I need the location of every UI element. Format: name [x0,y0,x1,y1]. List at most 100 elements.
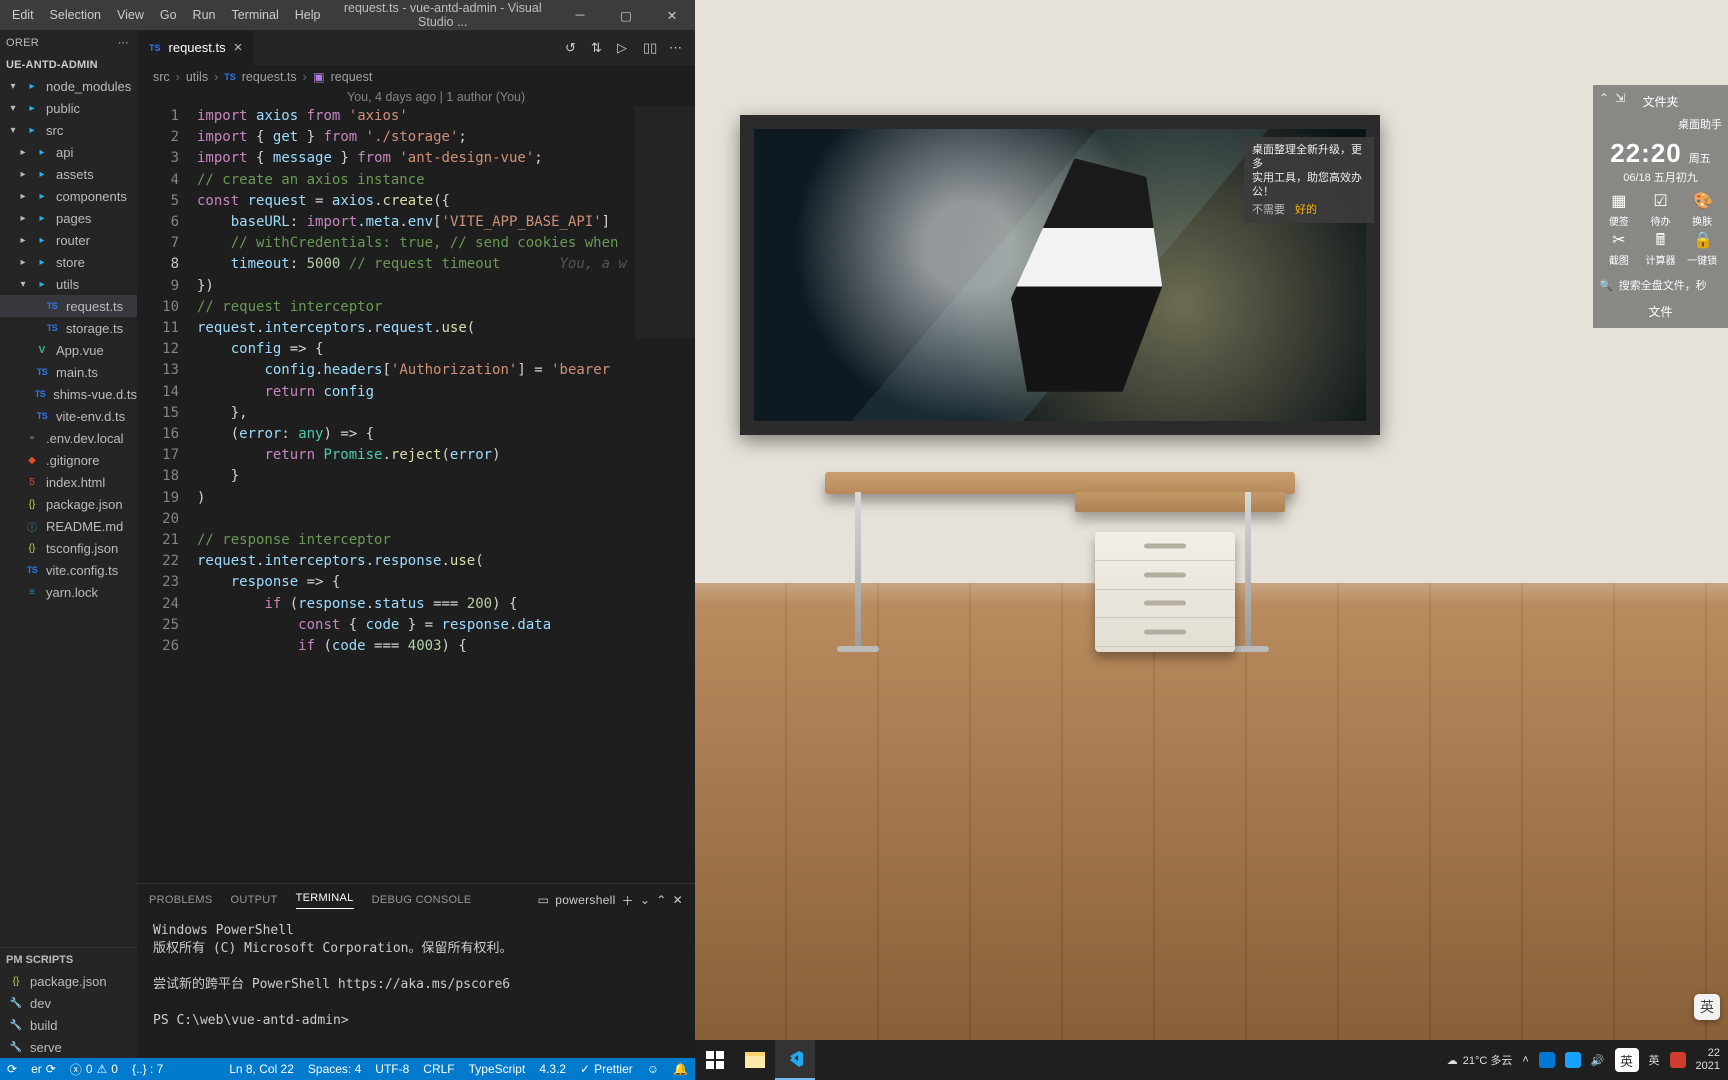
ime-floating-badge[interactable]: 英 [1694,994,1720,1020]
tray-weather[interactable]: ☁ 21°C 多云 [1447,1052,1513,1068]
widget-tool-2[interactable]: 🎨换肤 [1682,193,1722,228]
widget-search[interactable]: 🔍 搜索全盘文件，秒 [1599,277,1722,293]
widget-tool-4[interactable]: 🖩计算器 [1641,232,1681,267]
popup-accept[interactable]: 好的 [1295,203,1317,217]
code-editor[interactable]: 1234567891011121314151617181920212223242… [137,106,695,883]
git-compare-icon[interactable]: ⇅ [591,40,607,56]
desktop-widget-panel[interactable]: ⌃ ⇲ 文件夹 桌面助手 22:20 周五 06/18 五月初九 ▦便签☑待办🎨… [1593,85,1728,328]
tree-file-yarn-lock[interactable]: ≡yarn.lock [0,581,137,603]
breadcrumb-item[interactable]: src [153,70,170,84]
npm-script-serve[interactable]: 🔧serve [0,1036,137,1058]
breadcrumb[interactable]: src› utils› TS request.ts› ▣ request [137,65,695,88]
menu-terminal[interactable]: Terminal [223,0,286,30]
tree-file--gitignore[interactable]: ◆.gitignore [0,449,137,471]
pin-icon[interactable]: ⇲ [1615,91,1625,105]
tab-request-ts[interactable]: TS request.ts × [137,30,255,65]
panel-tab-debug-console[interactable]: DEBUG CONSOLE [372,894,472,906]
tree-folder-node_modules[interactable]: ▾▸node_modules [0,75,137,97]
split-terminal-icon[interactable]: ⌄ [640,893,650,907]
tree-file-storage-ts[interactable]: TSstorage.ts [0,317,137,339]
tree-file-tsconfig-json[interactable]: {}tsconfig.json [0,537,137,559]
terminal-body[interactable]: Windows PowerShell 版权所有 (C) Microsoft Co… [137,916,695,1058]
project-name[interactable]: UE-ANTD-ADMIN [0,55,137,75]
status-problems[interactable]: ⓧ 0 ⚠ 0 [63,1058,125,1080]
tree-file-index-html[interactable]: 5index.html [0,471,137,493]
more-actions-icon[interactable]: ⋯ [669,40,685,56]
tray-app-icon[interactable] [1670,1052,1686,1068]
tray-ime-text[interactable]: 英 [1649,1052,1660,1068]
status-cursor[interactable]: Ln 8, Col 22 [222,1058,301,1080]
collapse-icon[interactable]: ⌃ [1599,91,1609,105]
breadcrumb-item[interactable]: request [331,70,373,84]
tree-file-shims-vue-d-ts[interactable]: TSshims-vue.d.ts [0,383,137,405]
maximize-button[interactable]: ▢ [603,0,649,30]
task-vscode[interactable] [775,1040,815,1080]
tree-folder-assets[interactable]: ▸▸assets [0,163,137,185]
npm-script-package.json[interactable]: {}package.json [0,970,137,992]
tree-folder-public[interactable]: ▾▸public [0,97,137,119]
widget-clock[interactable]: 22:20 周五 06/18 五月初九 [1599,138,1722,185]
start-button[interactable] [695,1040,735,1080]
menu-help[interactable]: Help [287,0,329,30]
close-button[interactable]: ✕ [649,0,695,30]
tree-folder-api[interactable]: ▸▸api [0,141,137,163]
tree-file-vite-env-d-ts[interactable]: TSvite-env.d.ts [0,405,137,427]
tree-file-request-ts[interactable]: TSrequest.ts [0,295,137,317]
minimap[interactable] [635,106,695,883]
widget-tool-3[interactable]: ✂截图 [1599,232,1639,267]
maximize-panel-icon[interactable]: ⌃ [656,893,666,907]
status-prettier[interactable]: ✓ Prettier [573,1058,640,1080]
more-icon[interactable]: ⋯ [118,36,129,49]
tree-file--env-dev-local[interactable]: ▫.env.dev.local [0,427,137,449]
tree-file-package-json[interactable]: {}package.json [0,493,137,515]
menu-go[interactable]: Go [152,0,185,30]
minimize-button[interactable]: ─ [557,0,603,30]
status-encoding[interactable]: UTF-8 [368,1058,416,1080]
system-tray[interactable]: ☁ 21°C 多云 ˄ 🔊 英 英 22 2021 [1439,1047,1728,1073]
tree-file-main-ts[interactable]: TSmain.ts [0,361,137,383]
split-right-icon[interactable]: ▯▯ [643,40,659,56]
status-tsver[interactable]: 4.3.2 [532,1058,573,1080]
status-remote[interactable]: ⟳ [0,1058,24,1080]
tray-clock[interactable]: 22 2021 [1696,1047,1720,1073]
tree-file-README-md[interactable]: ⓘREADME.md [0,515,137,537]
npm-script-build[interactable]: 🔧build [0,1014,137,1036]
tray-ime[interactable]: 英 [1615,1048,1639,1072]
close-tab-icon[interactable]: × [234,39,243,56]
status-feedback-icon[interactable]: ☺ [640,1058,666,1080]
panel-tab-problems[interactable]: PROBLEMS [149,894,213,906]
timeline-icon[interactable]: ↺ [565,40,581,56]
status-lang[interactable]: TypeScript [462,1058,533,1080]
menu-selection[interactable]: Selection [42,0,109,30]
windows-taskbar[interactable]: ☁ 21°C 多云 ˄ 🔊 英 英 22 2021 [695,1040,1728,1080]
breadcrumb-item[interactable]: request.ts [242,70,297,84]
status-bell-icon[interactable]: 🔔 [666,1058,695,1080]
windows-desktop[interactable]: 桌面整理全新升级，更多 实用工具，助您高效办公！ 不需要 好的 ⌃ ⇲ 文件夹 … [695,0,1728,1080]
tree-folder-components[interactable]: ▸▸components [0,185,137,207]
tree-folder-store[interactable]: ▸▸store [0,251,137,273]
status-eol[interactable]: CRLF [416,1058,461,1080]
panel-tab-terminal[interactable]: TERMINAL [296,892,354,909]
run-icon[interactable]: ▷ [617,40,633,56]
widget-tool-0[interactable]: ▦便签 [1599,193,1639,228]
widget-tool-5[interactable]: 🔒一键锁 [1682,232,1722,267]
tree-folder-utils[interactable]: ▾▸utils [0,273,137,295]
titlebar[interactable]: EditSelectionViewGoRunTerminalHelp reque… [0,0,695,30]
tree-folder-src[interactable]: ▾▸src [0,119,137,141]
tray-app-icon[interactable] [1565,1052,1581,1068]
widget-helper-label[interactable]: 桌面助手 [1599,116,1722,132]
popup-dismiss[interactable]: 不需要 [1252,203,1285,217]
menu-view[interactable]: View [109,0,152,30]
status-branch[interactable]: er ⟳ [24,1058,63,1080]
code-content[interactable]: import axios from 'axios'import { get } … [197,106,695,883]
tray-chevron-icon[interactable]: ˄ [1522,1054,1528,1066]
tree-folder-router[interactable]: ▸▸router [0,229,137,251]
widget-tool-1[interactable]: ☑待办 [1641,193,1681,228]
npm-scripts-header[interactable]: PM SCRIPTS [0,947,137,970]
panel-tab-output[interactable]: OUTPUT [231,894,278,906]
new-terminal-icon[interactable]: ＋ [622,892,634,909]
close-panel-icon[interactable]: ✕ [673,893,683,907]
menu-run[interactable]: Run [185,0,224,30]
tree-file-App-vue[interactable]: VApp.vue [0,339,137,361]
task-explorer[interactable] [735,1040,775,1080]
